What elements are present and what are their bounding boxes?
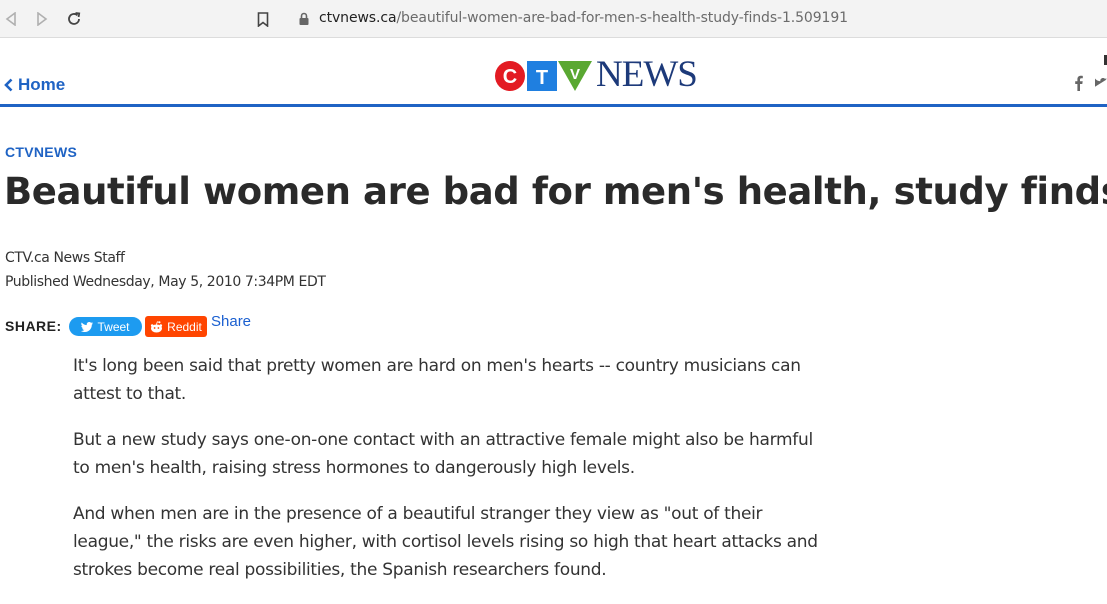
reddit-button[interactable]: Reddit [145, 316, 207, 337]
article-paragraph: But a new study says one-on-one contact … [73, 430, 813, 478]
address-bar[interactable]: ctvnews.ca/beautiful-women-are-bad-for-m… [319, 10, 848, 26]
ctv-logo-icon: C T V [495, 61, 592, 91]
svg-text:C: C [503, 66, 517, 88]
ctv-news-logo[interactable]: C T V NEWS [494, 54, 698, 95]
reddit-label: Reddit [167, 319, 202, 334]
tweet-label: Tweet [97, 319, 130, 334]
article-headline: Beautiful women are bad for men's health… [4, 170, 1107, 213]
article-category[interactable]: CTVNEWS [5, 144, 77, 160]
forward-button[interactable] [31, 8, 53, 30]
logo-news-wordmark: NEWS [596, 54, 698, 95]
share-label: SHARE: [5, 318, 62, 334]
url-path: /beautiful-women-are-bad-for-men-s-healt… [396, 10, 848, 26]
bookmark-button[interactable] [253, 9, 273, 29]
reload-icon [68, 12, 81, 25]
svg-text:V: V [570, 66, 580, 83]
twitter-bird-icon [81, 321, 94, 332]
url-host: ctvnews.ca [319, 10, 397, 26]
reddit-icon [151, 320, 163, 332]
site-header: Home C T V NEWS [0, 39, 1107, 107]
forward-icon [37, 12, 48, 26]
back-button[interactable] [0, 8, 22, 30]
lock-icon [299, 12, 309, 25]
bookmark-icon [257, 11, 269, 27]
article-published-date: Published Wednesday, May 5, 2010 7:34PM … [5, 274, 326, 290]
article-paragraph: And when men are in the presence of a be… [73, 504, 818, 580]
tweet-button[interactable]: Tweet [69, 317, 142, 336]
social-links [1074, 75, 1107, 96]
svg-text:T: T [536, 67, 548, 89]
twitter-icon[interactable] [1094, 75, 1107, 96]
chevron-left-icon [4, 78, 13, 92]
article-paragraph: It's long been said that pretty women ar… [73, 356, 801, 404]
home-link[interactable]: Home [4, 75, 65, 95]
article-body: It's long been said that pretty women ar… [73, 352, 833, 602]
facebook-icon[interactable] [1074, 75, 1083, 96]
article-byline: CTV.ca News Staff [5, 250, 125, 266]
share-link[interactable]: Share [211, 313, 251, 330]
home-label: Home [18, 75, 66, 94]
back-icon [5, 12, 16, 26]
browser-toolbar: ctvnews.ca/beautiful-women-are-bad-for-m… [0, 0, 1107, 38]
reload-button[interactable] [63, 8, 85, 30]
